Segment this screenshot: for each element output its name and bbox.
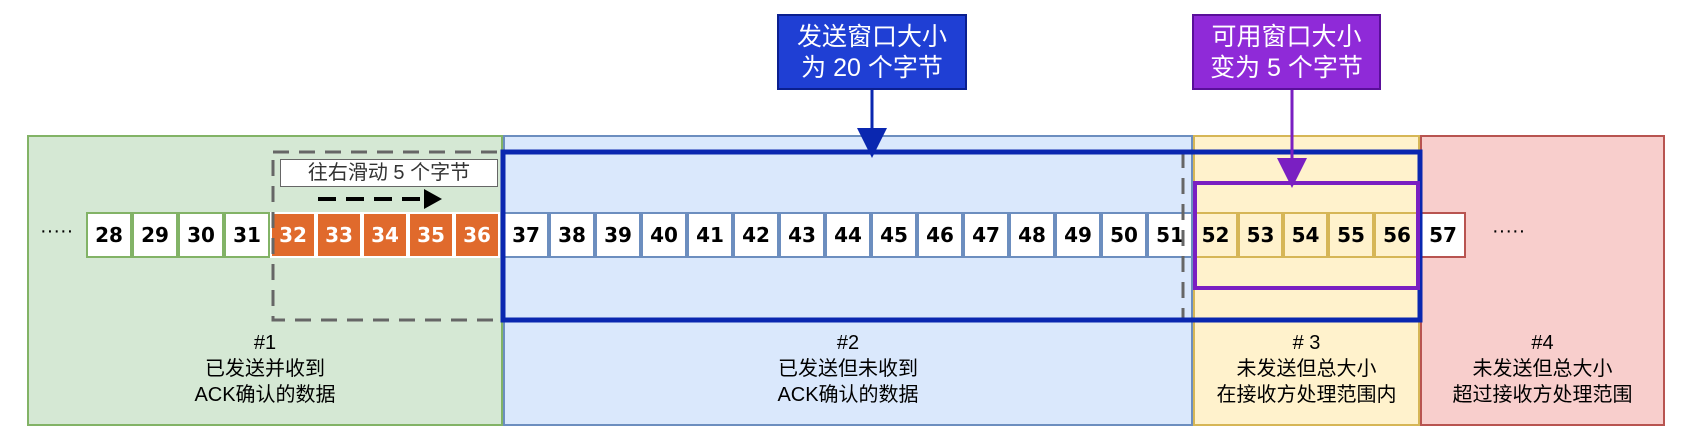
slide-label: 往右滑动 5 个字节: [280, 159, 498, 187]
callout-line2: 为 20 个字节: [801, 54, 943, 82]
callout-line1: 发送窗口大小: [796, 23, 947, 51]
usable-window-callout: 可用窗口大小 变为 5 个字节: [1192, 14, 1381, 90]
callout-line2: 变为 5 个字节: [1210, 54, 1363, 82]
usable-window-outline: [1193, 181, 1420, 290]
slide-arrow-head: [424, 189, 442, 209]
send-window-outline: [500, 149, 1423, 323]
callout-line1: 可用窗口大小: [1211, 23, 1362, 51]
send-window-callout: 发送窗口大小 为 20 个字节: [777, 14, 967, 90]
